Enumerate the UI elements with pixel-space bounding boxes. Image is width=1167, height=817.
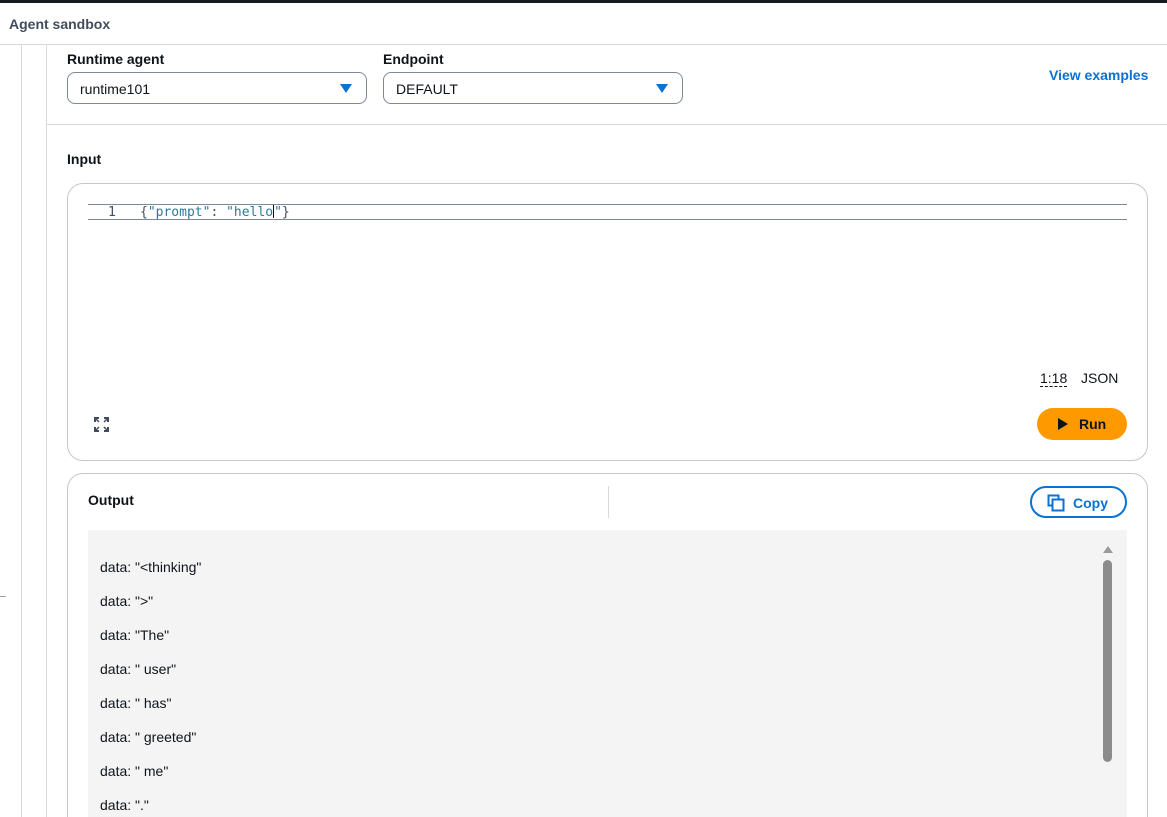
content-left-border xyxy=(46,45,47,817)
endpoint-value: DEFAULT xyxy=(396,81,458,97)
output-line: data: " has" xyxy=(100,695,172,711)
output-line: data: "<thinking" xyxy=(100,559,202,575)
code-value: "hello xyxy=(226,205,274,220)
line-number: 1 xyxy=(108,205,116,220)
code-brace-close: } xyxy=(281,205,290,220)
input-card xyxy=(67,183,1148,461)
runtime-agent-label: Runtime agent xyxy=(67,51,165,67)
code-key: "prompt" xyxy=(147,205,211,220)
output-stream: data: "<thinking" data: ">" data: "The" … xyxy=(88,530,1127,817)
scroll-up-icon[interactable] xyxy=(1103,546,1113,553)
runtime-agent-value: runtime101 xyxy=(80,81,151,97)
fullscreen-icon[interactable] xyxy=(94,417,109,432)
page-title: Agent sandbox xyxy=(9,16,111,32)
copy-label: Copy xyxy=(1073,495,1108,511)
output-line: data: "The" xyxy=(100,627,170,643)
side-rail-tick xyxy=(0,596,6,597)
page-header: Agent sandbox xyxy=(0,3,1167,45)
runtime-agent-select[interactable]: runtime101 xyxy=(67,72,367,104)
language-mode: JSON xyxy=(1081,370,1119,386)
scrollbar-thumb[interactable] xyxy=(1103,560,1112,762)
caret-down-icon xyxy=(656,84,668,93)
code-editor[interactable]: {"prompt": "hello"} xyxy=(140,205,290,220)
endpoint-select[interactable]: DEFAULT xyxy=(383,72,683,104)
output-title: Output xyxy=(88,492,134,508)
code-value-end: " xyxy=(274,205,282,220)
caret-down-icon xyxy=(340,84,352,93)
endpoint-label: Endpoint xyxy=(383,51,444,67)
code-brace-open: { xyxy=(140,205,148,220)
copy-icon xyxy=(1047,494,1065,512)
output-line: data: " me" xyxy=(100,763,169,779)
cursor-position[interactable]: 1:18 xyxy=(1040,371,1068,387)
run-label: Run xyxy=(1079,416,1107,432)
section-divider xyxy=(47,124,1167,125)
run-button[interactable]: Run xyxy=(1037,408,1127,440)
input-title: Input xyxy=(67,151,102,167)
view-examples-link[interactable]: View examples xyxy=(1049,67,1148,83)
output-header-separator xyxy=(608,486,609,518)
output-line: data: ">" xyxy=(100,593,154,609)
play-icon xyxy=(1058,418,1068,430)
output-line: data: " greeted" xyxy=(100,729,197,745)
side-rail-divider xyxy=(21,45,22,817)
code-colon: : xyxy=(210,205,227,220)
copy-button[interactable]: Copy xyxy=(1030,486,1127,518)
output-line: data: " user" xyxy=(100,661,177,677)
output-line: data: "." xyxy=(100,797,149,813)
output-scrollbar[interactable] xyxy=(1100,540,1116,817)
